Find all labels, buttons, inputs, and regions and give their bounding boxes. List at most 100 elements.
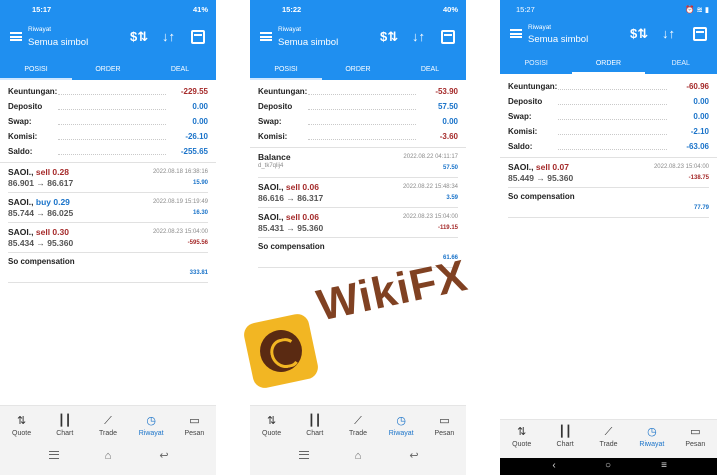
tab-order[interactable]: ORDER [572, 56, 645, 74]
balance-row[interactable]: Balance 2022.08.22 04:11:17 d_tk7qlij4 5… [258, 148, 458, 178]
summary-value: 0.00 [693, 97, 709, 106]
trade-side: sell 0.06 [285, 182, 319, 192]
tab-posisi[interactable]: POSISI [250, 62, 322, 80]
header-title[interactable]: Semua simbol [28, 37, 88, 48]
wikifx-logo [241, 311, 321, 391]
tab-posisi[interactable]: POSISI [0, 62, 72, 80]
dotted-leader [58, 94, 166, 95]
app-header: 15:17 41% Riwayat Semua simbol $⇅ ↓↑ POS… [0, 0, 216, 80]
nav-quote[interactable]: ⇅ Quote [250, 406, 293, 444]
trade-side: sell 0.06 [285, 212, 319, 222]
header-title[interactable]: Semua simbol [278, 37, 338, 48]
bottom-area: ⇅ Quote ┃┃ Chart ⟋ Trade ◷ Riwayat ▭ Pesan ⌂ … [0, 405, 216, 475]
header-title[interactable]: Semua simbol [528, 34, 588, 45]
sort-icon[interactable]: ↓↑ [662, 27, 675, 40]
tab-order[interactable]: ORDER [322, 62, 394, 80]
menu-icon[interactable] [510, 29, 522, 38]
home-icon[interactable]: ○ [598, 460, 618, 472]
nav-quote[interactable]: ⇅ Quote [500, 420, 543, 458]
summary-label: Komisi: [508, 127, 538, 136]
nav-messages[interactable]: ▭ Pesan [423, 406, 466, 444]
tab-deal[interactable]: DEAL [144, 62, 216, 80]
nav-chart[interactable]: ┃┃ Chart [293, 406, 336, 444]
history-list: Keuntungan: -53.90 Deposito 57.50 Swap: … [250, 84, 466, 268]
trade-profit: -119.15 [437, 225, 458, 231]
nav-label: Pesan [184, 430, 205, 437]
nav-messages[interactable]: ▭ Pesan [674, 420, 717, 458]
tab-deal[interactable]: DEAL [394, 62, 466, 80]
trade-row[interactable]: SAOI., sell 0.07 2022.08.23 15:04:00 85.… [508, 158, 709, 188]
tab-deal[interactable]: DEAL [645, 56, 717, 74]
nav-chart[interactable]: ┃┃ Chart [543, 420, 586, 458]
summary-value: -3.60 [439, 132, 458, 141]
home-icon[interactable]: ⌂ [98, 450, 118, 462]
status-bar: 15:22 40% [250, 4, 466, 16]
money-transfer-icon[interactable]: $⇅ [630, 27, 648, 40]
compensation-row[interactable]: So compensation 333.81 [8, 253, 208, 283]
back-icon[interactable]: ↩ [404, 450, 424, 462]
summary-row-balance: Saldo: -63.06 [508, 139, 709, 154]
nav-chart[interactable]: ┃┃ Chart [43, 406, 86, 444]
trade-row[interactable]: SAOI., buy 0.29 2022.08.19 15:19:49 85.7… [8, 193, 208, 223]
sort-icon[interactable]: ↓↑ [412, 30, 425, 43]
menu-icon[interactable] [10, 32, 22, 41]
trade-time: 2022.08.23 15:04:00 [152, 229, 208, 235]
nav-trade[interactable]: ⟋ Trade [86, 406, 129, 444]
bottom-nav: ⇅ Quote ┃┃ Chart ⟋ Trade ◷ Riwayat ▭ Pesan [0, 406, 216, 444]
summary-row-swap: Swap: 0.00 [258, 114, 458, 129]
nav-messages[interactable]: ▭ Pesan [173, 406, 216, 444]
money-transfer-icon[interactable]: $⇅ [380, 30, 398, 43]
trade-price: 86.901 → 86.617 [8, 178, 74, 188]
nav-label: Pesan [685, 441, 706, 448]
trade-row[interactable]: SAOI., sell 0.28 2022.08.18 16:38:16 86.… [8, 163, 208, 193]
back-icon[interactable]: ‹ [544, 460, 564, 472]
nav-trade[interactable]: ⟋ Trade [587, 420, 630, 458]
symbol-text: SAOI., [258, 212, 284, 222]
back-icon[interactable]: ↩ [154, 450, 174, 462]
tab-posisi[interactable]: POSISI [500, 56, 572, 74]
status-time: 15:17 [32, 5, 52, 14]
app-header: 15:27 ⏰ ≋ ▮ Riwayat Semua simbol $⇅ ↓↑ P… [500, 0, 717, 74]
summary-row-deposit: Deposito 0.00 [8, 99, 208, 114]
calendar-icon[interactable] [191, 30, 205, 44]
summary-value: 0.00 [192, 117, 208, 126]
nav-label: Chart [556, 441, 574, 448]
tab-order[interactable]: ORDER [72, 62, 144, 80]
calendar-icon[interactable] [693, 27, 707, 41]
home-icon[interactable]: ⌂ [348, 450, 368, 462]
nav-history[interactable]: ◷ Riwayat [130, 406, 173, 444]
trade-time: 2022.08.18 16:38:16 [152, 169, 208, 175]
trade-row[interactable]: SAOI., sell 0.06 2022.08.23 15:04:00 85.… [258, 208, 458, 238]
recents-icon[interactable] [44, 450, 64, 462]
nav-trade[interactable]: ⟋ Trade [336, 406, 379, 444]
money-transfer-icon[interactable]: $⇅ [130, 30, 148, 43]
phone-screen-1: 15:17 41% Riwayat Semua simbol $⇅ ↓↑ POS… [0, 0, 216, 475]
nav-history[interactable]: ◷ Riwayat [380, 406, 423, 444]
sort-icon[interactable]: ↓↑ [162, 30, 175, 43]
menu-icon[interactable] [260, 32, 272, 41]
trade-time: 2022.08.19 15:19:49 [152, 199, 208, 205]
header-subtitle: Riwayat [528, 24, 552, 31]
chat-bubble-icon: ▭ [189, 415, 200, 427]
eagle-emblem-icon [256, 326, 306, 376]
dotted-leader [558, 119, 667, 120]
nav-history[interactable]: ◷ Riwayat [630, 420, 673, 458]
compensation-row[interactable]: So compensation 77.79 [508, 188, 709, 218]
balance-label: Balance [258, 152, 291, 162]
system-nav-bar: ⌂ ↩ [250, 446, 466, 470]
calendar-icon[interactable] [441, 30, 455, 44]
recents-icon[interactable]: ≡ [654, 460, 674, 472]
battery-level: 40% [442, 5, 458, 14]
tab-bar: POSISI ORDER DEAL [0, 62, 216, 80]
compensation-label: So compensation [258, 242, 325, 251]
summary-label: Swap: [258, 117, 282, 126]
recents-icon[interactable] [294, 450, 314, 462]
trade-row[interactable]: SAOI., sell 0.30 2022.08.23 15:04:00 85.… [8, 223, 208, 253]
trade-row[interactable]: SAOI., sell 0.06 2022.08.22 15:48:34 86.… [258, 178, 458, 208]
nav-quote[interactable]: ⇅ Quote [0, 406, 43, 444]
summary-label: Keuntungan: [258, 87, 308, 96]
history-clock-icon: ◷ [146, 415, 156, 427]
nav-label: Riwayat [639, 441, 665, 448]
dotted-leader [308, 124, 416, 125]
summary-value: 0.00 [192, 102, 208, 111]
